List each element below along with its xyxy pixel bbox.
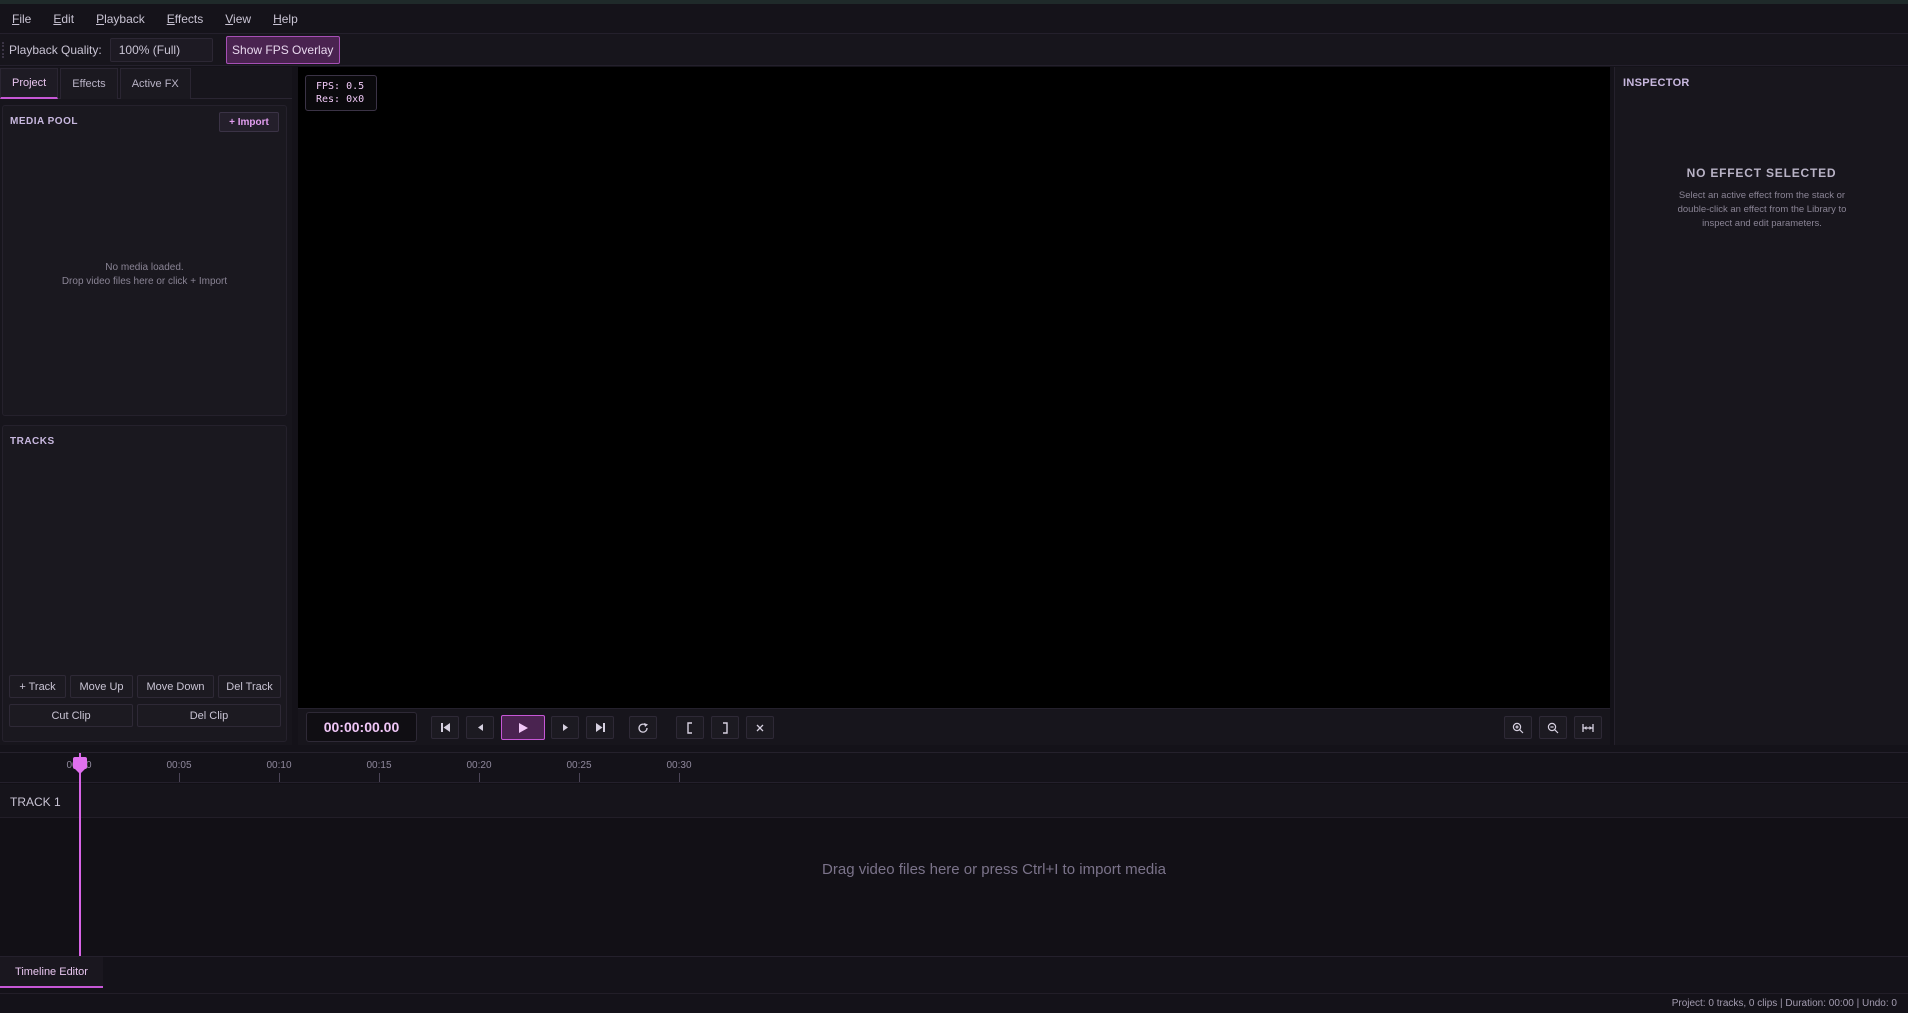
clear-marks-button[interactable] <box>746 716 774 739</box>
menu-file[interactable]: File <box>12 12 31 26</box>
loop-icon <box>638 722 648 733</box>
ruler-tick <box>179 773 180 782</box>
ruler-tick <box>679 773 680 782</box>
video-viewer[interactable]: FPS: 0.5 Res: 0x0 <box>298 67 1610 708</box>
tracks-panel: TRACKS + Track Move Up Move Down Del Tra… <box>2 425 287 742</box>
cut-clip-button[interactable]: Cut Clip <box>9 704 133 727</box>
timeline-panel[interactable]: 00:00 00:05 00:10 00:15 00:20 00:25 00:3… <box>0 752 1908 957</box>
media-pool-empty-line-1: No media loaded. <box>105 262 184 273</box>
toolbar: Playback Quality: 100% (Full) Show FPS O… <box>0 34 1908 66</box>
ruler-tick-label: 00:05 <box>166 760 192 771</box>
tab-active-fx[interactable]: Active FX <box>119 68 191 99</box>
show-fps-overlay-toggle[interactable]: Show FPS Overlay <box>225 35 340 64</box>
mark-in-button[interactable] <box>676 716 704 739</box>
status-bar: Project: 0 tracks, 0 clips | Duration: 0… <box>0 993 1908 1013</box>
mark-out-icon <box>723 721 728 734</box>
fps-overlay: FPS: 0.5 Res: 0x0 <box>305 75 377 111</box>
go-to-end-button[interactable] <box>586 716 614 739</box>
tracks-title: TRACKS <box>10 436 55 447</box>
menu-bar: File Edit Playback Effects View Help <box>0 4 1908 34</box>
transport-bar: 00:00:00.00 <box>298 708 1610 745</box>
delete-clip-button[interactable]: Del Clip <box>137 704 281 727</box>
ruler-tick <box>279 773 280 782</box>
toolbar-grip-handle[interactable] <box>2 42 4 58</box>
ruler-tick <box>479 773 480 782</box>
menu-view[interactable]: View <box>225 12 251 26</box>
fit-width-icon <box>1582 723 1594 732</box>
play-button[interactable] <box>501 715 545 740</box>
track-row[interactable]: TRACK 1 <box>0 784 1908 818</box>
loop-button[interactable] <box>629 716 657 739</box>
menu-edit[interactable]: Edit <box>53 12 74 26</box>
play-icon <box>518 722 528 733</box>
tab-project[interactable]: Project <box>0 68 59 99</box>
media-pool-panel[interactable]: MEDIA POOL + Import No media loaded. Dro… <box>2 105 287 416</box>
menu-effects[interactable]: Effects <box>167 12 203 26</box>
timeline-ruler[interactable]: 00:00 00:05 00:10 00:15 00:20 00:25 00:3… <box>0 753 1908 783</box>
ruler-tick <box>379 773 380 782</box>
tab-effects[interactable]: Effects <box>60 68 118 99</box>
go-to-start-button[interactable] <box>431 716 459 739</box>
inspector-title: INSPECTOR <box>1623 77 1690 89</box>
timeline-drop-hint: Drag video files here or press Ctrl+I to… <box>822 861 1166 878</box>
fps-readout: FPS: 0.5 <box>316 81 365 92</box>
ruler-tick-label: 00:15 <box>366 760 392 771</box>
step-back-icon <box>477 724 483 731</box>
inspector-empty-heading: NO EFFECT SELECTED <box>1686 166 1837 180</box>
mark-out-button[interactable] <box>711 716 739 739</box>
import-button[interactable]: + Import <box>219 112 279 132</box>
tab-timeline-editor[interactable]: Timeline Editor <box>0 957 103 988</box>
inspector-panel: INSPECTOR NO EFFECT SELECTED Select an a… <box>1614 67 1908 745</box>
ruler-tick-label: 00:25 <box>566 760 592 771</box>
inspector-empty-message: Select an active effect from the stack o… <box>1677 190 1847 229</box>
close-icon <box>756 724 764 731</box>
delete-track-button[interactable]: Del Track <box>218 675 281 698</box>
skip-to-end-icon <box>595 723 605 732</box>
step-forward-icon <box>562 724 568 731</box>
move-up-button[interactable]: Move Up <box>70 675 133 698</box>
media-pool-title: MEDIA POOL <box>10 116 78 127</box>
ruler-tick-label: 00:30 <box>666 760 692 771</box>
step-back-button[interactable] <box>466 716 494 739</box>
resolution-readout: Res: 0x0 <box>316 94 365 105</box>
playhead-line[interactable] <box>79 753 81 957</box>
add-track-button[interactable]: + Track <box>9 675 66 698</box>
menu-help[interactable]: Help <box>273 12 298 26</box>
status-text: Project: 0 tracks, 0 clips | Duration: 0… <box>1671 998 1897 1009</box>
mark-in-icon <box>687 721 692 734</box>
zoom-in-button[interactable] <box>1504 716 1532 739</box>
fit-timeline-button[interactable] <box>1574 716 1602 739</box>
zoom-out-icon <box>1547 722 1559 733</box>
step-forward-button[interactable] <box>551 716 579 739</box>
playhead-handle[interactable] <box>73 757 87 774</box>
ruler-tick <box>579 773 580 782</box>
playback-quality-select[interactable]: 100% (Full) <box>109 37 213 62</box>
playback-quality-label: Playback Quality: <box>9 42 102 57</box>
left-panel-tabs: Project Effects Active FX <box>0 67 292 99</box>
menu-playback[interactable]: Playback <box>96 12 145 26</box>
skip-to-start-icon <box>440 723 450 732</box>
media-pool-empty-line-2: Drop video files here or click + Import <box>61 276 228 287</box>
timecode-display: 00:00:00.00 <box>306 712 417 742</box>
ruler-tick-label: 00:10 <box>266 760 292 771</box>
zoom-out-button[interactable] <box>1539 716 1567 739</box>
zoom-in-icon <box>1512 722 1524 733</box>
bottom-tab-bar: Timeline Editor <box>0 956 1908 988</box>
left-panel: Project Effects Active FX MEDIA POOL + I… <box>0 67 292 745</box>
ruler-tick-label: 00:20 <box>466 760 492 771</box>
track-label: TRACK 1 <box>10 795 61 809</box>
move-down-button[interactable]: Move Down <box>137 675 214 698</box>
